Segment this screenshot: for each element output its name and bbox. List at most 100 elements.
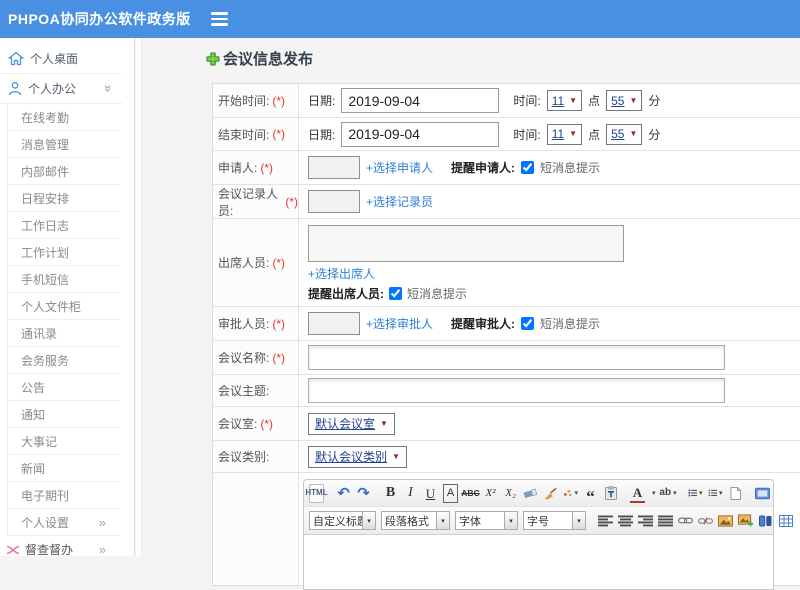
sms-remind-checkbox[interactable]: [389, 287, 402, 300]
sidebar-item-news[interactable]: 新闻: [8, 455, 120, 482]
sidebar-item-file-cabinet[interactable]: 个人文件柜: [8, 293, 120, 320]
meeting-name-field: [299, 341, 800, 374]
sidebar-item-label: 新闻: [21, 461, 46, 476]
chevron-right-icon: »: [98, 542, 106, 557]
font-family-select[interactable]: 字体 ▾: [455, 511, 518, 530]
choose-applicant-link[interactable]: +选择申请人: [366, 159, 433, 176]
dropdown-arrow-icon: ▾: [437, 511, 450, 530]
field-label: 审批人员:: [218, 317, 270, 331]
dropdown-arrow-icon[interactable]: ▾: [652, 489, 656, 497]
bold-button[interactable]: B: [383, 484, 398, 503]
sidebar-item-settings[interactable]: 个人设置 »: [8, 509, 120, 536]
font-color-button[interactable]: A: [630, 484, 645, 503]
insert-media-icon[interactable]: [758, 511, 773, 530]
strikethrough-button[interactable]: ABC: [461, 484, 479, 503]
sidebar-item-events[interactable]: 大事记: [8, 428, 120, 455]
sidebar-item-desktop[interactable]: 个人桌面: [0, 44, 122, 74]
start-minute-select[interactable]: 55 ▼: [606, 90, 643, 111]
meeting-category-row: 会议类别: 默认会议类别 ▼: [213, 441, 800, 473]
meeting-category-select[interactable]: 默认会议类别 ▼: [308, 445, 407, 468]
hamburger-menu-icon[interactable]: [207, 8, 232, 30]
end-date-input[interactable]: [341, 121, 500, 147]
html-source-button[interactable]: HTML: [305, 483, 328, 503]
italic-button[interactable]: I: [403, 484, 418, 503]
sidebar-item-supervise[interactable]: 督查督办 »: [0, 536, 120, 563]
sidebar-item-contacts[interactable]: 通讯录: [8, 320, 120, 347]
superscript-button[interactable]: X²: [483, 484, 498, 503]
sidebar-item-office[interactable]: 个人办公 »: [0, 74, 122, 104]
required-mark: (*): [272, 127, 286, 141]
align-right-icon[interactable]: [638, 511, 653, 530]
ordered-list-icon[interactable]: ▾: [688, 484, 703, 503]
sms-remind-checkbox[interactable]: [521, 317, 535, 330]
clean-format-broom-icon[interactable]: [543, 484, 558, 503]
redo-icon[interactable]: ↷: [356, 484, 371, 503]
sidebar-item-label: 内部邮件: [21, 164, 70, 179]
align-center-icon[interactable]: [618, 511, 633, 530]
insert-link-icon[interactable]: [678, 511, 693, 530]
sidebar-item-attendance[interactable]: 在线考勤: [8, 104, 120, 131]
upload-image-icon[interactable]: [738, 511, 753, 530]
meeting-name-input[interactable]: [308, 345, 725, 370]
sidebar-item-announcement[interactable]: 公告: [8, 374, 120, 401]
sidebar-item-sms[interactable]: 手机短信: [8, 266, 120, 293]
remove-link-icon[interactable]: [698, 511, 713, 530]
approver-label: 审批人员: (*): [213, 307, 299, 340]
fullscreen-icon[interactable]: [754, 484, 770, 503]
sidebar-item-internal-mail[interactable]: 内部邮件: [8, 158, 120, 185]
format-painter-icon[interactable]: ▾: [563, 484, 578, 503]
choose-recorder-link[interactable]: +选择记录员: [366, 193, 433, 210]
insert-image-icon[interactable]: [718, 511, 733, 530]
eraser-icon[interactable]: [523, 484, 538, 503]
end-hour-select[interactable]: 11 ▼: [546, 123, 583, 145]
select-arrow-icon: ▼: [392, 451, 400, 461]
heading-select[interactable]: 自定义标题 ▾: [309, 511, 376, 530]
paste-text-icon[interactable]: [603, 484, 618, 503]
start-date-input[interactable]: [341, 88, 500, 113]
sidebar-item-notice[interactable]: 通知: [8, 401, 120, 428]
applicant-input[interactable]: [308, 156, 360, 179]
attendee-textarea[interactable]: [308, 225, 624, 262]
sidebar-item-schedule[interactable]: 日程安排: [8, 185, 120, 212]
undo-icon[interactable]: ↶: [336, 484, 351, 503]
date-label: 日期:: [308, 127, 336, 142]
editor-content-area[interactable]: [304, 535, 773, 589]
sidebar-item-work-log[interactable]: 工作日志: [8, 212, 120, 239]
approver-input[interactable]: [308, 312, 360, 335]
minute-value: 55: [611, 93, 625, 108]
paragraph-format-select[interactable]: 段落格式 ▾: [381, 511, 450, 530]
meeting-subject-input[interactable]: [308, 378, 725, 403]
field-label: 结束时间:: [218, 127, 270, 142]
underline-button[interactable]: U: [423, 484, 438, 503]
end-minute-select[interactable]: 55 ▼: [606, 123, 643, 145]
field-label: 会议记录人员:: [218, 186, 279, 218]
highlight-color-button[interactable]: ab ▾: [659, 484, 676, 503]
dropdown-arrow-icon: ▾: [699, 489, 703, 497]
sidebar-item-messages[interactable]: 消息管理: [8, 131, 120, 158]
sidebar-item-meeting-service[interactable]: 会务服务: [8, 347, 120, 374]
start-hour-select[interactable]: 11 ▼: [546, 90, 583, 111]
blockquote-button[interactable]: “: [583, 484, 598, 505]
recorder-label: 会议记录人员: (*): [213, 185, 299, 218]
recorder-input[interactable]: [308, 190, 360, 213]
select-arrow-icon: ▼: [569, 129, 578, 138]
field-label: 会议室:: [218, 417, 258, 431]
start-time-field: 日期: 时间: 11 ▼ 点 55 ▼ 分: [299, 84, 800, 117]
meeting-room-select[interactable]: 默认会议室 ▼: [308, 412, 395, 435]
align-left-icon[interactable]: [598, 511, 613, 530]
new-page-icon[interactable]: [728, 484, 743, 503]
font-size-select[interactable]: 字号 ▾: [523, 511, 586, 530]
sidebar-item-label: 通知: [21, 407, 46, 422]
sms-remind-checkbox[interactable]: [521, 161, 535, 174]
sidebar-item-work-plan[interactable]: 工作计划: [8, 239, 120, 266]
end-time-label: 结束时间: (*): [213, 118, 299, 150]
insert-table-icon[interactable]: [778, 511, 793, 530]
sidebar-item-ejournal[interactable]: 电子期刊: [8, 482, 120, 509]
subscript-button[interactable]: X₂: [503, 484, 518, 503]
choose-approver-link[interactable]: +选择审批人: [366, 315, 433, 332]
sidebar-item-label: 公告: [21, 380, 46, 395]
font-style-button[interactable]: A: [443, 483, 458, 503]
align-justify-icon[interactable]: [658, 511, 673, 530]
bullet-list-icon[interactable]: ▾: [708, 484, 723, 503]
choose-attendee-link[interactable]: +选择出席人: [308, 265, 375, 282]
